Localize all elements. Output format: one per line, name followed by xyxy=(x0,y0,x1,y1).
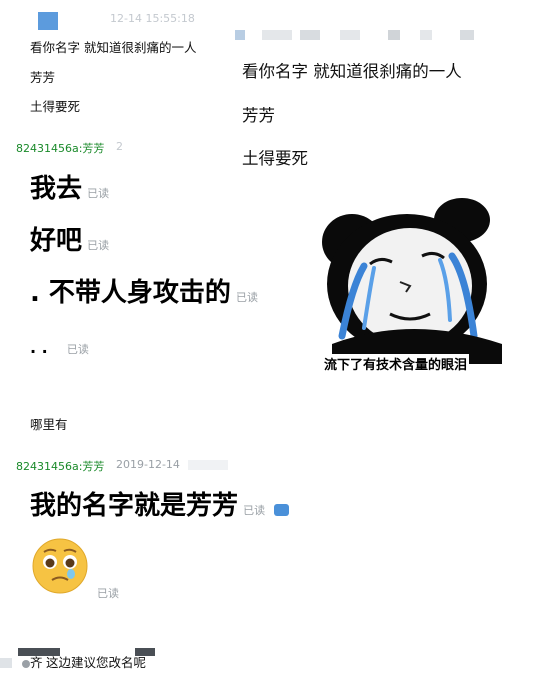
read-status: 已读 xyxy=(236,291,259,304)
message-text: 我的名字就是芳芳 xyxy=(30,491,239,521)
message-2[interactable]: 好吧 已读 xyxy=(30,220,109,257)
emoji-message[interactable] xyxy=(30,536,90,600)
message-text: . . xyxy=(30,338,48,357)
message-1[interactable]: 我去 已读 xyxy=(30,168,109,205)
zoom-line-2: 芳芳 xyxy=(242,106,275,125)
read-status: 已读 xyxy=(87,239,110,252)
timestamp-blurred-tail xyxy=(188,460,228,470)
zoom-line-3: 土得要死 xyxy=(242,149,308,168)
quote-line-3: 土得要死 xyxy=(30,99,81,114)
message-text: 好吧 xyxy=(30,226,83,256)
message-text: . 不带人身攻击的 xyxy=(30,278,231,308)
sender-name[interactable]: 82431456a:芳芳 xyxy=(16,140,104,156)
bottom-message-prefix: 齐 xyxy=(30,655,43,670)
more-icon[interactable] xyxy=(274,503,290,519)
avatar-blurred xyxy=(38,12,58,30)
sticker-caption: 流下了有技术含量的眼泪 xyxy=(322,354,470,373)
timestamp: 2 xyxy=(116,140,123,153)
message-text: 我去 xyxy=(30,174,83,204)
quote-line-2: 芳芳 xyxy=(30,70,56,85)
zoom-line-1: 看你名字 就知道很刹痛的一人 xyxy=(242,62,462,81)
timestamp-blurred: 12-14 15:55:18 xyxy=(110,12,195,25)
read-status: 已读 xyxy=(97,587,119,600)
read-status: 已读 xyxy=(243,504,266,517)
timestamp: 2019-12-14 xyxy=(116,458,180,471)
quote-line-1: 看你名字 就知道很刹痛的一人 xyxy=(30,40,197,55)
message-5[interactable]: 我的名字就是芳芳 已读 xyxy=(30,485,290,522)
pleading-face-emoji-icon xyxy=(32,538,88,594)
bottom-message[interactable]: 这边建议您改名呢 xyxy=(46,652,146,671)
reply-message[interactable]: 哪里有 xyxy=(30,414,68,433)
message-4[interactable]: . . 已读 xyxy=(30,338,89,357)
sender-name[interactable]: 82431456a:芳芳 xyxy=(16,458,104,474)
message-3[interactable]: . 不带人身攻击的 已读 xyxy=(30,272,258,309)
read-status: 已读 xyxy=(66,343,89,356)
read-status: 已读 xyxy=(87,187,110,200)
sticker-message[interactable]: 流下了有技术含量的眼泪 xyxy=(312,194,518,382)
